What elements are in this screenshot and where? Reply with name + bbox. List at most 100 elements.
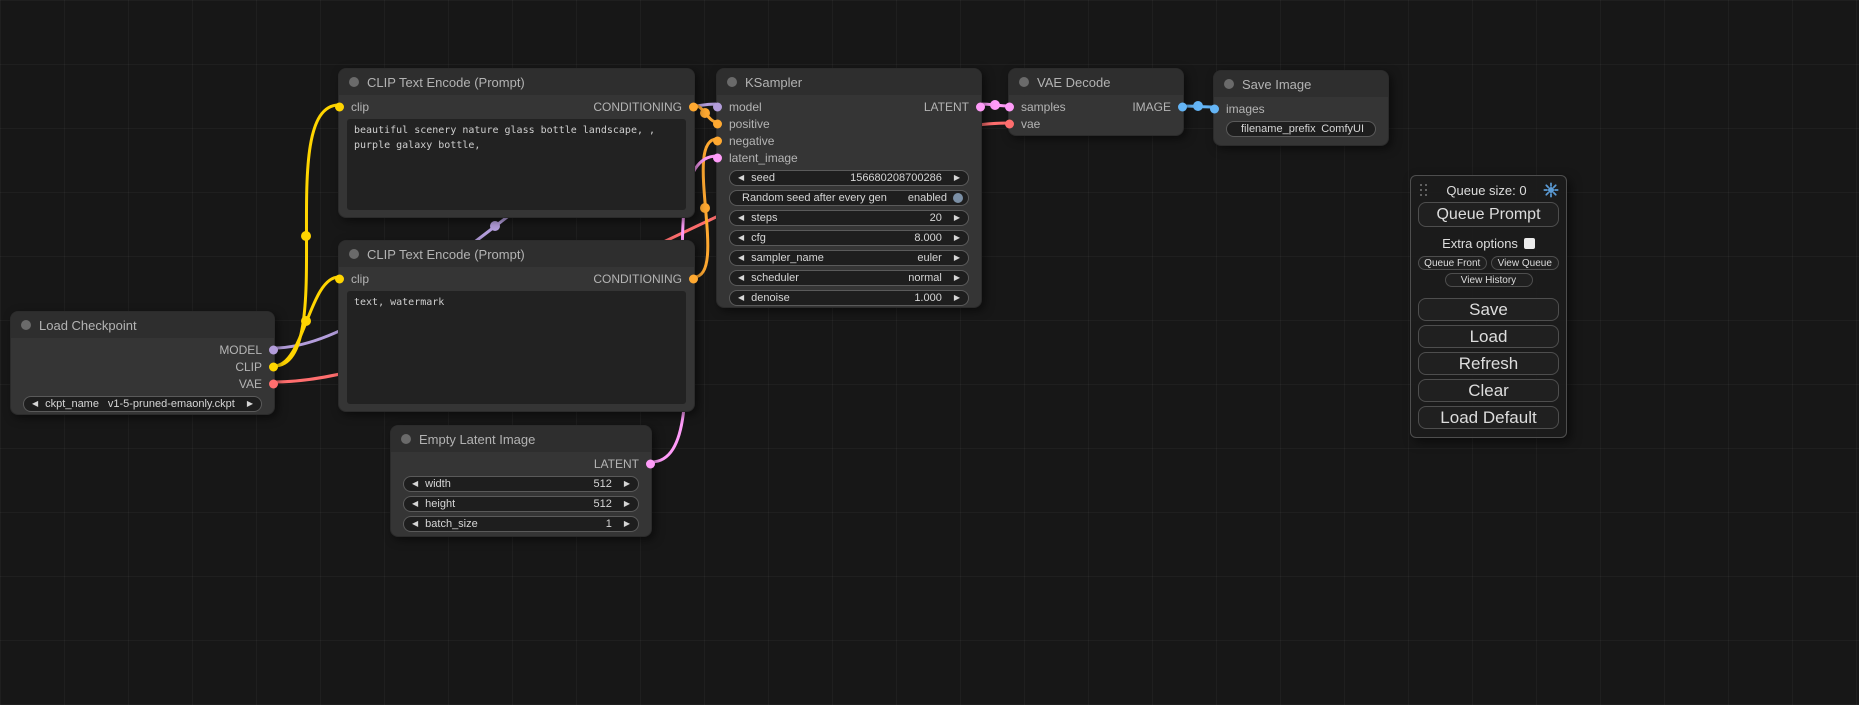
prompt-textarea[interactable]: beautiful scenery nature glass bottle la… xyxy=(347,119,686,210)
collapse-toggle-icon[interactable] xyxy=(349,249,359,259)
widget-cfg[interactable]: ◀ cfg 8.000 ▶ xyxy=(729,230,969,246)
node-title-bar[interactable]: CLIP Text Encode (Prompt) xyxy=(339,69,694,95)
node-save-image[interactable]: Save Image images filename_prefix ComfyU… xyxy=(1213,70,1389,146)
input-port-clip[interactable] xyxy=(335,102,344,111)
collapse-toggle-icon[interactable] xyxy=(727,77,737,87)
node-title-bar[interactable]: Load Checkpoint xyxy=(11,312,274,338)
output-port-image[interactable] xyxy=(1178,102,1187,111)
settings-gear-icon[interactable] xyxy=(1543,182,1559,198)
node-ksampler[interactable]: KSampler model LATENT positive negative … xyxy=(716,68,982,308)
node-title-bar[interactable]: KSampler xyxy=(717,69,981,95)
link-midpoint-dot xyxy=(1193,101,1203,111)
increment-arrow-icon[interactable]: ▶ xyxy=(954,174,960,182)
widget-value: v1-5-pruned-emaonly.ckpt xyxy=(108,398,235,410)
node-clip-text-encode-negative[interactable]: CLIP Text Encode (Prompt) clip CONDITION… xyxy=(338,240,695,412)
collapse-toggle-icon[interactable] xyxy=(21,320,31,330)
extra-options-checkbox[interactable] xyxy=(1524,238,1535,249)
increment-arrow-icon[interactable]: ▶ xyxy=(624,480,630,488)
widget-label: cfg xyxy=(751,232,766,244)
node-title-bar[interactable]: CLIP Text Encode (Prompt) xyxy=(339,241,694,267)
widget-label: ckpt_name xyxy=(45,398,99,410)
widget-ckpt-name[interactable]: ◀ ckpt_name v1-5-pruned-emaonly.ckpt ▶ xyxy=(23,396,262,412)
widget-height[interactable]: ◀ height 512 ▶ xyxy=(403,496,639,512)
link-midpoint-dot xyxy=(490,221,500,231)
output-port-conditioning[interactable] xyxy=(689,102,698,111)
decrement-arrow-icon[interactable]: ◀ xyxy=(738,294,744,302)
input-port-latent-image[interactable] xyxy=(713,153,722,162)
node-load-checkpoint[interactable]: Load Checkpoint MODEL CLIP VAE ◀ ckpt_na… xyxy=(10,311,275,415)
decrement-arrow-icon[interactable]: ◀ xyxy=(412,520,418,528)
view-history-button[interactable]: View History xyxy=(1445,273,1533,287)
refresh-button[interactable]: Refresh xyxy=(1418,352,1559,375)
node-title-bar[interactable]: Save Image xyxy=(1214,71,1388,97)
input-slot-images: images xyxy=(1214,100,1388,117)
increment-arrow-icon[interactable]: ▶ xyxy=(624,520,630,528)
prompt-textarea[interactable]: text, watermark xyxy=(347,291,686,404)
increment-arrow-icon[interactable]: ▶ xyxy=(624,500,630,508)
next-value-arrow-icon[interactable]: ▶ xyxy=(247,400,253,408)
decrement-arrow-icon[interactable]: ◀ xyxy=(412,480,418,488)
input-port-images[interactable] xyxy=(1210,104,1219,113)
slot-label-vae: VAE xyxy=(239,377,262,391)
widget-batch-size[interactable]: ◀ batch_size 1 ▶ xyxy=(403,516,639,532)
drag-handle-icon[interactable] xyxy=(1418,183,1430,197)
node-title-bar[interactable]: Empty Latent Image xyxy=(391,426,651,452)
node-clip-text-encode-positive[interactable]: CLIP Text Encode (Prompt) clip CONDITION… xyxy=(338,68,695,218)
clear-button[interactable]: Clear xyxy=(1418,379,1559,402)
input-port-model[interactable] xyxy=(713,102,722,111)
load-default-button[interactable]: Load Default xyxy=(1418,406,1559,429)
toggle-indicator-icon[interactable] xyxy=(953,193,963,203)
widget-filename-prefix[interactable]: filename_prefix ComfyUI xyxy=(1226,121,1376,137)
input-port-samples[interactable] xyxy=(1005,102,1014,111)
prev-value-arrow-icon[interactable]: ◀ xyxy=(738,274,744,282)
slot-row-model-latent: model LATENT xyxy=(717,98,981,115)
load-button[interactable]: Load xyxy=(1418,325,1559,348)
widget-value: normal xyxy=(908,272,942,284)
widget-width[interactable]: ◀ width 512 ▶ xyxy=(403,476,639,492)
input-port-negative[interactable] xyxy=(713,136,722,145)
node-canvas[interactable]: Load Checkpoint MODEL CLIP VAE ◀ ckpt_na… xyxy=(0,0,1859,705)
widget-label: filename_prefix xyxy=(1241,123,1316,135)
widget-denoise[interactable]: ◀ denoise 1.000 ▶ xyxy=(729,290,969,306)
widget-steps[interactable]: ◀ steps 20 ▶ xyxy=(729,210,969,226)
save-button[interactable]: Save xyxy=(1418,298,1559,321)
input-slot-latent-image: latent_image xyxy=(717,149,981,166)
output-port-latent[interactable] xyxy=(646,459,655,468)
widget-sampler-name[interactable]: ◀ sampler_name euler ▶ xyxy=(729,250,969,266)
widget-random-seed-toggle[interactable]: Random seed after every gen enabled xyxy=(729,190,969,206)
collapse-toggle-icon[interactable] xyxy=(401,434,411,444)
output-port-conditioning[interactable] xyxy=(689,274,698,283)
prev-value-arrow-icon[interactable]: ◀ xyxy=(32,400,38,408)
output-port-vae[interactable] xyxy=(269,379,278,388)
increment-arrow-icon[interactable]: ▶ xyxy=(954,294,960,302)
output-port-clip[interactable] xyxy=(269,362,278,371)
node-empty-latent-image[interactable]: Empty Latent Image LATENT ◀ width 512 ▶ … xyxy=(390,425,652,537)
widget-label: width xyxy=(425,478,451,490)
widget-value: 20 xyxy=(930,212,942,224)
input-port-positive[interactable] xyxy=(713,119,722,128)
increment-arrow-icon[interactable]: ▶ xyxy=(954,214,960,222)
decrement-arrow-icon[interactable]: ◀ xyxy=(412,500,418,508)
output-port-model[interactable] xyxy=(269,345,278,354)
collapse-toggle-icon[interactable] xyxy=(1019,77,1029,87)
node-title-bar[interactable]: VAE Decode xyxy=(1009,69,1183,95)
decrement-arrow-icon[interactable]: ◀ xyxy=(738,234,744,242)
view-queue-button[interactable]: View Queue xyxy=(1491,256,1560,270)
slot-label-latent: LATENT xyxy=(924,100,969,114)
collapse-toggle-icon[interactable] xyxy=(349,77,359,87)
decrement-arrow-icon[interactable]: ◀ xyxy=(738,174,744,182)
next-value-arrow-icon[interactable]: ▶ xyxy=(954,274,960,282)
input-port-clip[interactable] xyxy=(335,274,344,283)
queue-front-button[interactable]: Queue Front xyxy=(1418,256,1487,270)
queue-prompt-button[interactable]: Queue Prompt xyxy=(1418,202,1559,227)
widget-scheduler[interactable]: ◀ scheduler normal ▶ xyxy=(729,270,969,286)
output-port-latent[interactable] xyxy=(976,102,985,111)
collapse-toggle-icon[interactable] xyxy=(1224,79,1234,89)
widget-seed[interactable]: ◀ seed 156680208700286 ▶ xyxy=(729,170,969,186)
next-value-arrow-icon[interactable]: ▶ xyxy=(954,254,960,262)
prev-value-arrow-icon[interactable]: ◀ xyxy=(738,254,744,262)
decrement-arrow-icon[interactable]: ◀ xyxy=(738,214,744,222)
input-port-vae[interactable] xyxy=(1005,119,1014,128)
node-vae-decode[interactable]: VAE Decode samples IMAGE vae xyxy=(1008,68,1184,136)
increment-arrow-icon[interactable]: ▶ xyxy=(954,234,960,242)
